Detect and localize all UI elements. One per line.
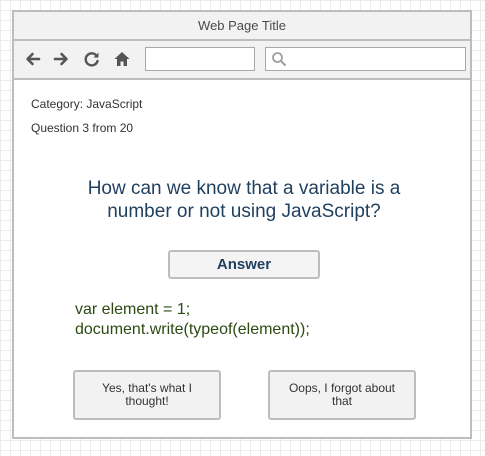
category-label: Category: JavaScript xyxy=(31,97,143,111)
search-input[interactable] xyxy=(290,49,460,69)
arrow-right-icon xyxy=(53,52,68,66)
reload-button[interactable] xyxy=(82,49,102,69)
home-icon xyxy=(114,52,130,66)
window-title: Web Page Title xyxy=(198,18,286,33)
browser-window: Web Page Title Category: JavaScript Ques… xyxy=(12,10,472,439)
back-button[interactable] xyxy=(23,49,43,69)
yes-thought-so-button[interactable]: Yes, that's what I thought! xyxy=(73,370,221,420)
search-box[interactable] xyxy=(265,47,466,71)
question-text: How can we know that a variable is a num… xyxy=(87,178,401,222)
code-line: var element = 1; xyxy=(75,301,191,318)
address-bar-input[interactable] xyxy=(145,47,255,71)
arrow-left-icon xyxy=(26,52,41,66)
question-progress: Question 3 from 20 xyxy=(31,121,134,135)
forgot-about-that-button[interactable]: Oops, I forgot about that xyxy=(268,370,416,420)
search-icon xyxy=(272,52,286,66)
code-line: document.write(typeof(element)); xyxy=(75,321,310,338)
answer-button[interactable]: Answer xyxy=(168,250,320,279)
forward-button[interactable] xyxy=(51,49,71,69)
home-button[interactable] xyxy=(112,49,132,69)
title-bar: Web Page Title xyxy=(14,12,470,41)
reload-icon xyxy=(84,52,99,67)
code-snippet: var element = 1; document.write(typeof(e… xyxy=(75,300,310,340)
browser-toolbar xyxy=(14,41,470,80)
